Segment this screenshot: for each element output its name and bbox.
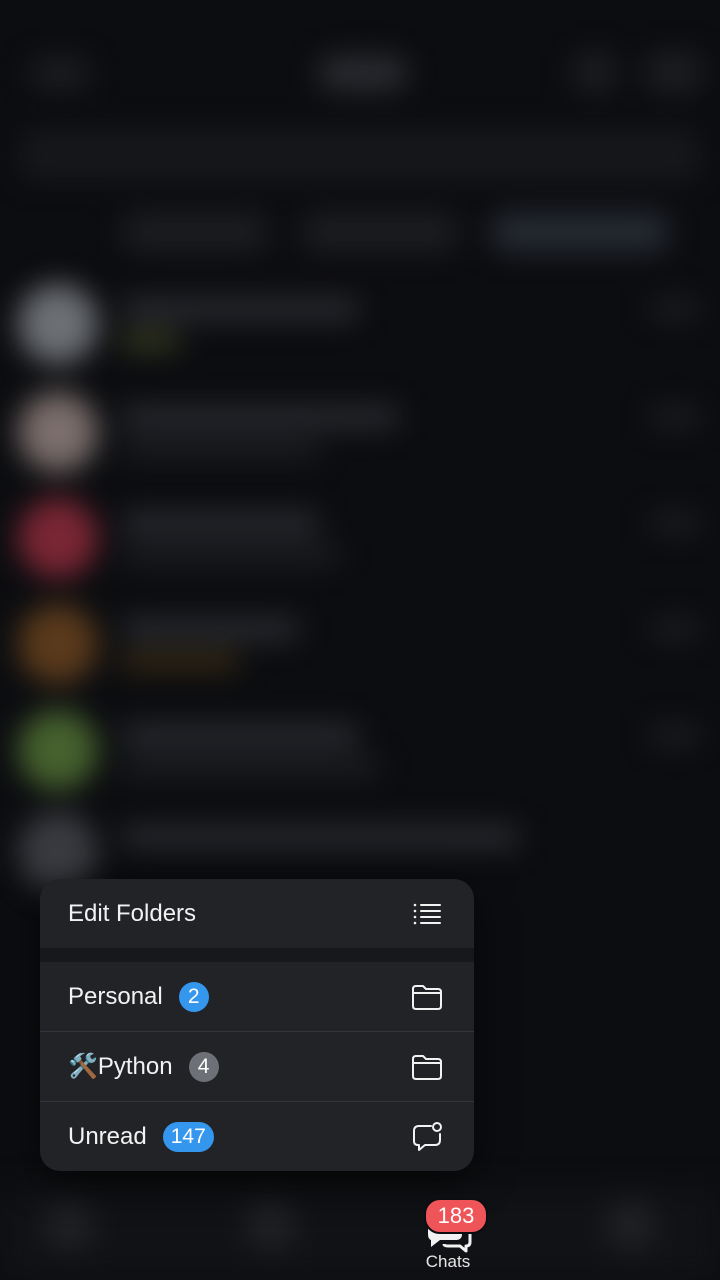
tab-chats-label: Chats — [425, 1252, 471, 1271]
header-left-placeholder — [30, 58, 90, 88]
chats-unread-badge: 183 — [424, 1198, 488, 1234]
header-title-placeholder — [318, 56, 408, 90]
folder-label: Personal — [68, 982, 163, 1010]
text-placeholder — [120, 332, 180, 350]
folder-label: 🛠️Python — [68, 1053, 173, 1080]
tab-icon-placeholder — [246, 1200, 296, 1250]
text-placeholder — [120, 440, 320, 458]
folder-item-python[interactable]: 🛠️Python 4 — [40, 1032, 474, 1101]
unread-count-badge: 147 — [162, 1121, 214, 1152]
folders-context-menu: Edit Folders Personal 2 🛠️Python 4 Unrea… — [40, 879, 474, 1171]
time-placeholder — [650, 620, 700, 638]
folder-item-personal[interactable]: Personal 2 — [40, 962, 474, 1031]
text-placeholder — [120, 298, 360, 320]
folder-label: Unread — [68, 1122, 147, 1150]
text-placeholder — [120, 826, 520, 848]
time-placeholder — [650, 408, 700, 426]
search-bar-placeholder — [20, 130, 700, 180]
text-placeholder — [120, 512, 320, 534]
text-placeholder — [120, 758, 380, 776]
unread-count-badge: 4 — [188, 1051, 219, 1082]
avatar — [18, 604, 98, 684]
text-placeholder — [120, 724, 360, 746]
chat-row-placeholder — [0, 698, 720, 802]
chat-row-placeholder — [0, 592, 720, 696]
time-placeholder — [650, 514, 700, 532]
text-placeholder — [120, 652, 240, 670]
folder-tab-placeholder — [300, 212, 460, 252]
folder-icon — [412, 1054, 442, 1080]
tab-icon-placeholder — [44, 1200, 94, 1250]
edit-folders-item[interactable]: Edit Folders — [40, 879, 474, 948]
time-placeholder — [650, 726, 700, 744]
text-placeholder — [120, 546, 340, 564]
unread-chat-icon — [413, 1121, 442, 1151]
menu-section-separator — [40, 948, 474, 962]
chat-row-placeholder — [0, 272, 720, 376]
folder-tab-placeholder — [490, 212, 670, 252]
header-right-placeholder — [644, 52, 704, 92]
avatar — [18, 710, 98, 790]
chat-row-placeholder — [0, 380, 720, 484]
chat-row-placeholder — [0, 486, 720, 590]
avatar — [18, 498, 98, 578]
edit-folders-label: Edit Folders — [68, 899, 197, 927]
folder-item-unread[interactable]: Unread 147 — [40, 1102, 474, 1171]
text-placeholder — [120, 618, 300, 640]
avatar — [18, 284, 98, 364]
folder-tab-placeholder — [120, 212, 270, 252]
folder-icon — [412, 984, 442, 1010]
tab-icon-placeholder — [606, 1200, 656, 1250]
header-right-placeholder — [572, 52, 618, 92]
unread-count-badge: 2 — [178, 981, 209, 1012]
avatar — [18, 392, 98, 472]
time-placeholder — [650, 300, 700, 318]
text-placeholder — [120, 406, 400, 428]
list-icon — [413, 903, 441, 924]
